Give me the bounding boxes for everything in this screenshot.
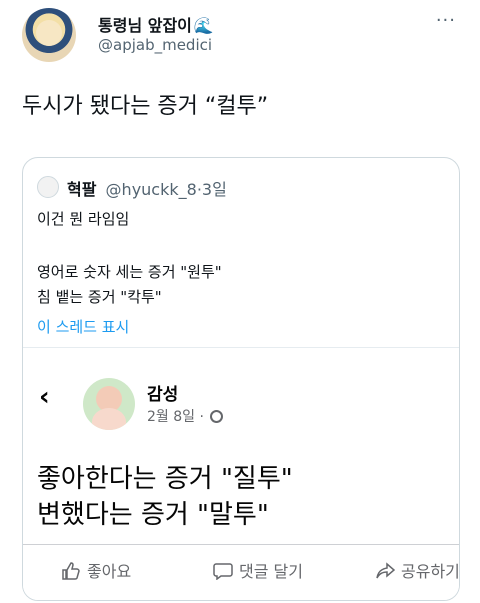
facebook-post-screenshot: ‹ 감성 2월 8일 · 좋아한다는 증거 "질투" 변했다는 증거 "말투" … xyxy=(23,347,460,600)
tweet-header: 통령님 앞잡이 🌊 @apjab_medici ··· xyxy=(22,8,462,68)
quoted-tweet-card[interactable]: 혁팔 @hyuckk_8·3일 이건 뭔 라임임 영어로 숫자 세는 증거 "원… xyxy=(22,157,460,601)
thumbs-up-icon xyxy=(62,562,80,580)
fb-share-action: 공유하기 xyxy=(375,558,460,582)
quoted-author-handle: @hyuckk_8 xyxy=(105,180,197,199)
quoted-author-avatar xyxy=(37,176,59,198)
chevron-left-icon: ‹ xyxy=(39,382,50,412)
author-display-name[interactable]: 통령님 앞잡이 🌊 xyxy=(98,12,214,36)
avatar-face xyxy=(36,20,62,46)
quoted-tweet-meta: 혁팔 @hyuckk_8·3일 xyxy=(67,176,227,200)
quoted-author-name: 혁팔 xyxy=(67,180,97,199)
fb-like-action: 좋아요 xyxy=(61,558,131,582)
fb-author-name: 감성 xyxy=(147,385,179,405)
quoted-text-line: 침 뱉는 증거 "칵투" xyxy=(37,288,162,306)
quoted-text-line: 이건 뭔 라임임 xyxy=(37,210,130,228)
share-arrow-icon xyxy=(376,562,395,579)
display-name-text: 통령님 앞잡이 xyxy=(98,16,192,35)
comment-icon xyxy=(213,563,233,580)
more-horizontal-icon[interactable]: ··· xyxy=(436,10,456,31)
fb-post-text-line: 좋아한다는 증거 "질투" xyxy=(37,464,293,494)
fb-comment-action: 댓글 달기 xyxy=(213,558,303,582)
author-avatar[interactable] xyxy=(22,8,76,62)
author-handle[interactable]: @apjab_medici xyxy=(98,36,212,54)
tweet-text: 두시가 됐다는 증거 “컬투” xyxy=(22,94,269,119)
quoted-text-line: 영어로 숫자 세는 증거 "원투" xyxy=(37,263,222,281)
wave-emoji-icon: 🌊 xyxy=(193,16,214,35)
quoted-tweet-time: 3일 xyxy=(201,180,227,199)
fb-action-bar: 좋아요 댓글 달기 공유하기 xyxy=(23,544,460,590)
fb-post-text-line: 변했다는 증거 "말투" xyxy=(37,500,269,530)
fb-comment-label: 댓글 달기 xyxy=(239,562,303,581)
fb-share-label: 공유하기 xyxy=(401,562,460,581)
globe-icon xyxy=(210,410,224,423)
show-thread-link[interactable]: 이 스레드 표시 xyxy=(37,316,129,337)
fb-author-avatar xyxy=(83,378,135,430)
fb-date-text: 2월 8일 · xyxy=(147,409,204,425)
fb-post-date: 2월 8일 · xyxy=(147,406,224,426)
fb-like-label: 좋아요 xyxy=(87,562,132,581)
avatar-body xyxy=(92,408,126,430)
